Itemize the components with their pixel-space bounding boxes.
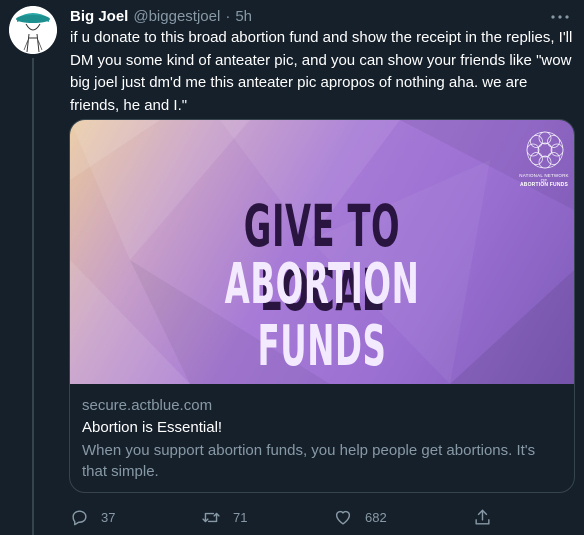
card-headline-line2: ABORTION FUNDS: [224, 252, 420, 379]
separator-dot: ·: [225, 8, 231, 25]
like-count: 682: [365, 509, 387, 525]
link-card[interactable]: NATIONAL NETWORK OF ABORTION FUNDS GIVE …: [69, 119, 575, 493]
tweet-text: if u donate to this broad abortion fund …: [70, 29, 573, 114]
card-title: Abortion is Essential!: [82, 419, 223, 436]
card-description: When you support abortion funds, you hel…: [82, 442, 536, 480]
reply-count: 37: [101, 509, 116, 525]
tweet[interactable]: Big Joel @biggestjoel · 5h if u donate t…: [0, 0, 584, 535]
avatar-drawing-icon: [9, 6, 57, 54]
tweet-timestamp[interactable]: 5h: [235, 7, 252, 27]
card-image[interactable]: NATIONAL NETWORK OF ABORTION FUNDS GIVE …: [70, 120, 574, 384]
abortion-funds-logo-icon: [526, 131, 564, 169]
retweet-icon: [202, 512, 220, 522]
retweet-count: 71: [233, 509, 248, 525]
card-domain: secure.actblue.com: [82, 397, 213, 414]
tweet-actions: 37 71 682: [0, 505, 584, 529]
card-meta[interactable]: secure.actblue.com Abortion is Essential…: [70, 384, 574, 482]
more-horizontal-icon[interactable]: [550, 10, 570, 24]
share-icon: [475, 509, 490, 525]
retweet-button[interactable]: 71: [201, 505, 247, 529]
tweet-header: Big Joel @biggestjoel · 5h: [70, 7, 252, 27]
reply-button[interactable]: 37: [70, 505, 115, 529]
avatar[interactable]: [9, 6, 57, 54]
fund-logo-text: NATIONAL NETWORK OF ABORTION FUNDS: [516, 173, 572, 188]
author-handle[interactable]: @biggestjoel: [133, 7, 220, 27]
reply-icon: [72, 509, 87, 525]
fund-logo-text-large: ABORTION FUNDS: [519, 182, 569, 188]
thread-line: [32, 58, 34, 535]
like-button[interactable]: 682: [333, 505, 387, 529]
share-button[interactable]: [473, 505, 492, 529]
heart-icon: [335, 510, 351, 525]
author-display-name[interactable]: Big Joel: [70, 7, 128, 27]
